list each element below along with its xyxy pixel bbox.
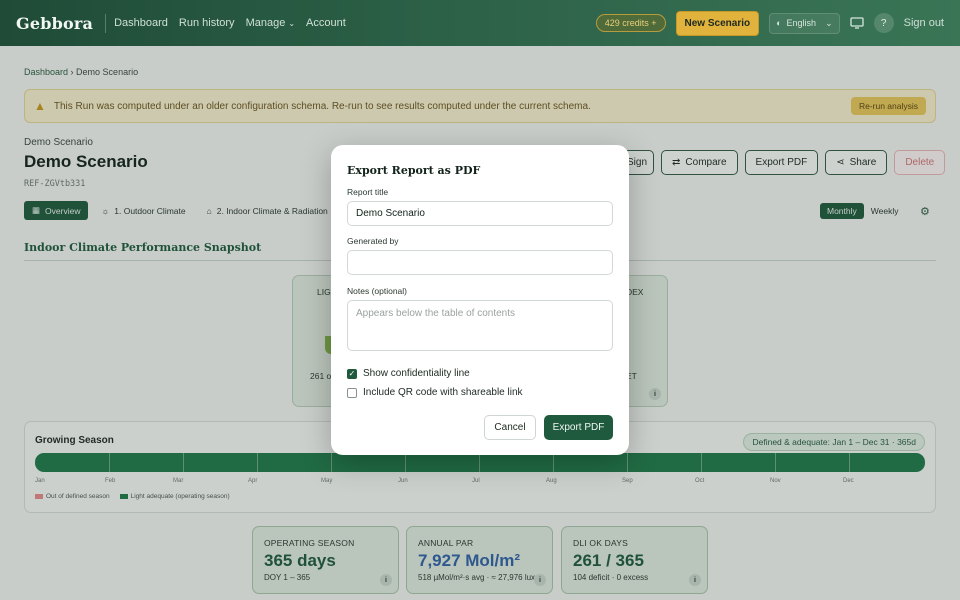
help-button[interactable]: ? bbox=[873, 13, 894, 33]
confidentiality-checkbox[interactable]: ✓ bbox=[347, 368, 357, 379]
new-scenario-button[interactable]: New Scenario bbox=[675, 10, 760, 36]
dialog-title: Export Report as PDF bbox=[347, 164, 481, 177]
generated-by-label: Generated by bbox=[347, 236, 399, 246]
nav-manage[interactable]: Manage ⌄ bbox=[246, 17, 295, 29]
confidentiality-label: Show confidentiality line bbox=[363, 368, 470, 379]
notes-textarea[interactable]: Appears below the table of contents bbox=[347, 300, 613, 351]
qr-checkbox[interactable] bbox=[347, 387, 357, 398]
nav-dashboard[interactable]: Dashboard bbox=[114, 17, 168, 29]
report-title-label: Report title bbox=[347, 187, 389, 197]
confidentiality-checkbox-row[interactable]: ✓ Show confidentiality line bbox=[347, 368, 470, 379]
nav-right: 429 credits + New Scenario ◐ English ⌄ ? S… bbox=[595, 10, 944, 36]
qr-label: Include QR code with shareable link bbox=[363, 387, 523, 398]
notes-label: Notes (optional) bbox=[347, 286, 408, 296]
language-select[interactable]: ◐ English ⌄ bbox=[769, 12, 840, 34]
nav-account[interactable]: Account bbox=[306, 17, 346, 29]
language-label: English bbox=[786, 18, 817, 28]
cancel-button[interactable]: Cancel bbox=[484, 415, 536, 440]
export-pdf-dialog: Export Report as PDF Report title Demo S… bbox=[331, 145, 629, 455]
monitor-icon[interactable] bbox=[849, 17, 864, 29]
app-logo[interactable]: Gebbora bbox=[16, 13, 107, 33]
chevron-down-icon: ⌄ bbox=[288, 18, 296, 28]
globe-icon: ◐ bbox=[776, 18, 782, 28]
qr-checkbox-row[interactable]: Include QR code with shareable link bbox=[347, 387, 523, 398]
generated-by-input[interactable] bbox=[347, 250, 613, 275]
export-pdf-confirm-button[interactable]: Export PDF bbox=[544, 415, 613, 440]
report-title-input[interactable]: Demo Scenario bbox=[347, 201, 613, 226]
nav-run-history[interactable]: Run history bbox=[179, 17, 235, 29]
credits-badge[interactable]: 429 credits + bbox=[595, 14, 666, 32]
chevron-down-icon: ⌄ bbox=[825, 17, 833, 28]
plus-icon: + bbox=[651, 18, 657, 28]
sign-out-link[interactable]: Sign out bbox=[904, 17, 944, 29]
nav-manage-label: Manage bbox=[245, 17, 286, 29]
credits-label: 429 credits bbox=[604, 18, 649, 28]
top-nav: Gebbora Dashboard Run history Manage ⌄ Ac… bbox=[0, 0, 960, 46]
